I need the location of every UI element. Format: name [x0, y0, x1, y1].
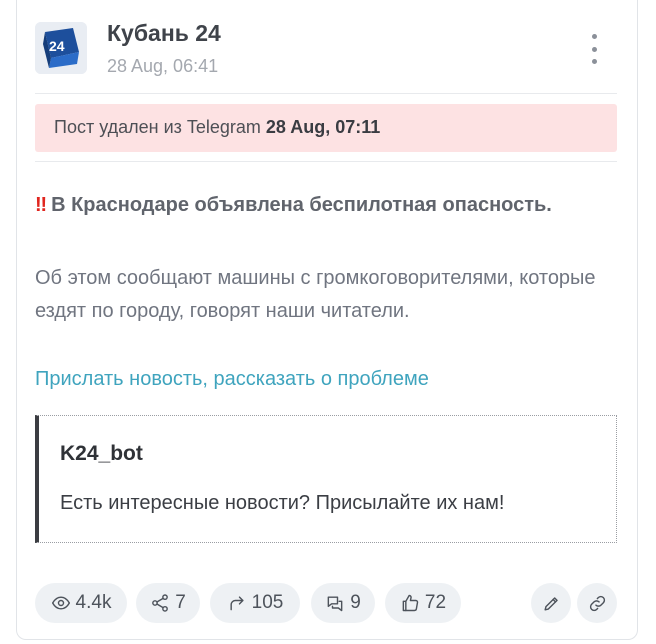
share-icon [152, 594, 169, 612]
double-exclamation-icon: ‼ [35, 194, 47, 216]
views-count[interactable]: 4.4k [35, 583, 127, 623]
bot-quote-block[interactable]: K24_bot Есть интересные новости? Присыла… [35, 415, 617, 543]
pencil-icon [543, 596, 558, 611]
comment-icon [327, 596, 343, 612]
svg-text:24: 24 [49, 38, 65, 54]
channel-logo-icon: 24 [35, 22, 87, 74]
comments-value: 9 [350, 592, 361, 613]
post-headline: ‼ В Краснодаре объявлена беспилотная опас… [35, 194, 552, 217]
headline-text: В Краснодаре объявлена беспилотная опасн… [51, 194, 552, 216]
forwards-value: 105 [251, 592, 284, 613]
channel-avatar[interactable]: 24 [35, 22, 87, 74]
copy-link-button[interactable] [577, 583, 617, 623]
shares-count[interactable]: 7 [136, 583, 200, 623]
likes-count[interactable]: 72 [385, 583, 461, 623]
more-icon[interactable] [584, 34, 604, 64]
forward-icon [230, 596, 244, 611]
channel-name[interactable]: Кубань 24 [107, 20, 221, 47]
quote-text: Есть интересные новости? Присылайте их н… [60, 492, 505, 514]
views-value: 4.4k [75, 592, 112, 613]
edit-button[interactable] [531, 583, 571, 623]
shares-value: 7 [175, 592, 186, 613]
deleted-notice: Пост удален из Telegram 28 Aug, 07:11 [35, 104, 617, 152]
submit-news-link[interactable]: Прислать новость, рассказать о проблеме [35, 368, 429, 391]
post-timestamp: 28 Aug, 06:41 [107, 56, 219, 76]
divider [35, 161, 617, 162]
divider [35, 93, 617, 94]
post-body: Об этом сообщают машины с громкоговорите… [35, 267, 596, 322]
comments-count[interactable]: 9 [311, 583, 375, 623]
deleted-notice-date: 28 Aug, 07:11 [265, 117, 381, 137]
forwards-count[interactable]: 105 [210, 583, 300, 623]
quote-author: K24_bot [60, 442, 143, 465]
eye-icon [51, 596, 70, 610]
deleted-notice-text: Пост удален из Telegram [54, 117, 261, 137]
link-icon [589, 595, 605, 611]
thumbs-up-icon [402, 594, 419, 612]
likes-value: 72 [424, 592, 447, 613]
